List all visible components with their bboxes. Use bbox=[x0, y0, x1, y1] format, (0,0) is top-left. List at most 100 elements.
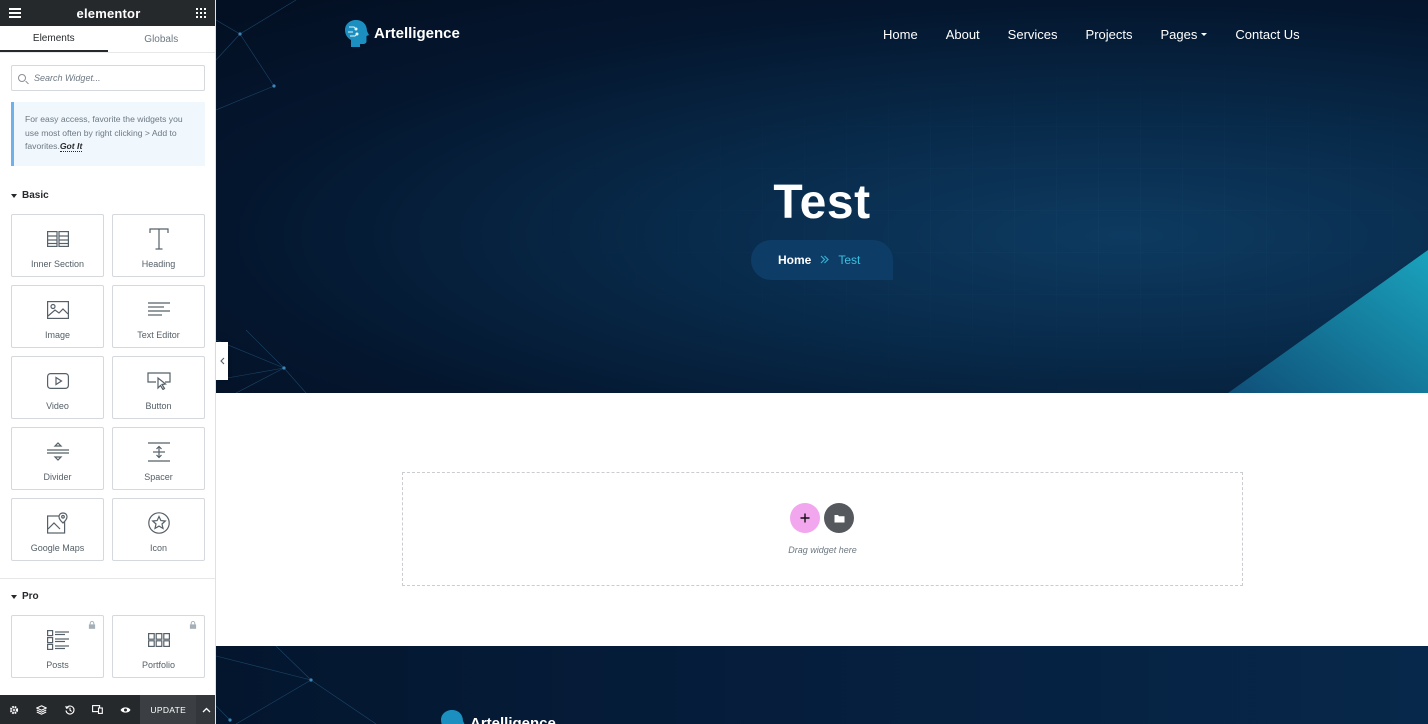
tab-globals[interactable]: Globals bbox=[108, 26, 216, 52]
editor-header: elementor bbox=[0, 0, 215, 26]
ai-head-logo-icon bbox=[345, 20, 369, 47]
add-section-button[interactable] bbox=[790, 503, 820, 533]
basic-widgets-grid: Inner Section Heading Image Text Editor … bbox=[11, 214, 205, 561]
layers-icon bbox=[36, 704, 48, 715]
nav-pages[interactable]: Pages bbox=[1161, 27, 1208, 42]
section-basic-label: Basic bbox=[22, 190, 49, 201]
nav-label: Contact Us bbox=[1235, 27, 1300, 42]
nav-label: Home bbox=[883, 27, 918, 42]
nav-contact-us[interactable]: Contact Us bbox=[1235, 27, 1299, 42]
widget-portfolio[interactable]: Portfolio bbox=[112, 615, 205, 678]
widget-label: Google Maps bbox=[30, 543, 85, 553]
breadcrumb: Home Test bbox=[751, 240, 893, 280]
search-icon bbox=[18, 74, 26, 82]
section-pro[interactable]: Pro bbox=[11, 591, 39, 602]
nav-services[interactable]: Services bbox=[1008, 27, 1058, 42]
chevron-left-icon bbox=[219, 357, 224, 365]
widgets-grid-icon[interactable] bbox=[196, 8, 206, 18]
widget-label: Spacer bbox=[144, 472, 173, 482]
widget-video[interactable]: Video bbox=[11, 356, 104, 419]
nav-label: Projects bbox=[1085, 27, 1133, 42]
widget-icon[interactable]: Icon bbox=[112, 498, 205, 561]
widget-posts[interactable]: Posts bbox=[11, 615, 104, 678]
ai-head-logo-icon bbox=[441, 710, 465, 724]
image-icon bbox=[46, 299, 70, 321]
tip-text: For easy access, favorite the widgets yo… bbox=[25, 114, 183, 151]
inner-section-icon bbox=[46, 228, 70, 250]
editor-footer: UPDATE bbox=[0, 695, 215, 724]
section-divider bbox=[0, 578, 215, 579]
widget-heading[interactable]: Heading bbox=[112, 214, 205, 277]
preview-button[interactable] bbox=[112, 695, 140, 724]
site-logo[interactable]: Artelligence bbox=[343, 18, 460, 48]
chevron-up-icon bbox=[202, 707, 211, 712]
footer-network-background bbox=[216, 646, 377, 724]
add-template-button[interactable] bbox=[824, 503, 854, 533]
widget-label: Divider bbox=[43, 472, 72, 482]
history-button[interactable] bbox=[56, 695, 84, 724]
site-name: Artelligence bbox=[374, 24, 460, 42]
widget-label: Inner Section bbox=[30, 259, 85, 269]
footer-logo[interactable]: Artelligence bbox=[439, 708, 556, 724]
widget-button[interactable]: Button bbox=[112, 356, 205, 419]
video-icon bbox=[46, 370, 70, 392]
breadcrumb-current: Test bbox=[838, 253, 861, 267]
update-button[interactable]: UPDATE bbox=[140, 695, 197, 724]
widget-search bbox=[11, 65, 205, 91]
empty-section-dropzone[interactable]: Drag widget here bbox=[402, 472, 1243, 586]
widget-spacer[interactable]: Spacer bbox=[112, 427, 205, 490]
favorites-tip: For easy access, favorite the widgets yo… bbox=[11, 102, 205, 166]
got-it-link[interactable]: Got It bbox=[59, 141, 83, 152]
search-widget-input[interactable] bbox=[34, 73, 194, 83]
widget-label: Image bbox=[44, 330, 70, 340]
widget-label: Posts bbox=[46, 660, 69, 670]
footer-site-name: Artelligence bbox=[470, 714, 556, 724]
gear-icon bbox=[9, 705, 19, 714]
plus-icon bbox=[800, 513, 810, 523]
breadcrumb-home-link[interactable]: Home bbox=[778, 253, 811, 267]
hamburger-menu-icon[interactable] bbox=[9, 8, 21, 18]
nav-label: Pages bbox=[1160, 27, 1198, 42]
page-hero: Artelligence Home About Services Project… bbox=[216, 0, 1428, 393]
heading-icon bbox=[147, 228, 171, 250]
widget-label: Portfolio bbox=[141, 660, 176, 670]
widget-label: Heading bbox=[141, 259, 176, 269]
nav-label: About bbox=[945, 27, 980, 42]
dropzone-hint: Drag widget here bbox=[788, 545, 857, 555]
widget-label: Button bbox=[145, 401, 172, 411]
navigator-button[interactable] bbox=[28, 695, 56, 724]
double-chevron-right-icon bbox=[820, 253, 830, 267]
history-icon bbox=[64, 704, 75, 714]
caret-down-icon bbox=[11, 594, 17, 599]
widget-google-maps[interactable]: Google Maps bbox=[11, 498, 104, 561]
panel-collapse-toggle[interactable] bbox=[216, 342, 228, 380]
widget-label: Text Editor bbox=[137, 330, 180, 340]
nav-home[interactable]: Home bbox=[883, 27, 918, 42]
widget-divider[interactable]: Divider bbox=[11, 427, 104, 490]
settings-button[interactable] bbox=[0, 695, 28, 724]
nav-projects[interactable]: Projects bbox=[1086, 27, 1133, 42]
widget-label: Icon bbox=[149, 543, 167, 553]
nav-label: Services bbox=[1007, 27, 1058, 42]
section-pro-label: Pro bbox=[22, 591, 39, 602]
main-navigation: Home About Services Projects Pages Conta… bbox=[883, 27, 1300, 42]
text-editor-icon bbox=[147, 299, 171, 321]
eye-icon bbox=[120, 706, 131, 713]
editor-panel: elementor Elements Globals For easy acce… bbox=[0, 0, 216, 724]
lock-icon bbox=[88, 621, 96, 629]
portfolio-icon bbox=[147, 629, 171, 651]
nav-about[interactable]: About bbox=[946, 27, 980, 42]
widget-inner-section[interactable]: Inner Section bbox=[11, 214, 104, 277]
save-options-button[interactable] bbox=[196, 695, 215, 724]
widget-label: Video bbox=[46, 401, 69, 411]
responsive-mode-button[interactable] bbox=[84, 695, 112, 724]
widget-image[interactable]: Image bbox=[11, 285, 104, 348]
section-basic[interactable]: Basic bbox=[11, 190, 49, 201]
caret-down-icon bbox=[1201, 33, 1208, 36]
widget-text-editor[interactable]: Text Editor bbox=[112, 285, 205, 348]
responsive-icon bbox=[92, 705, 103, 714]
folder-icon bbox=[834, 514, 844, 522]
lock-icon bbox=[189, 621, 197, 629]
tab-elements[interactable]: Elements bbox=[0, 26, 108, 52]
star-icon bbox=[147, 512, 171, 534]
